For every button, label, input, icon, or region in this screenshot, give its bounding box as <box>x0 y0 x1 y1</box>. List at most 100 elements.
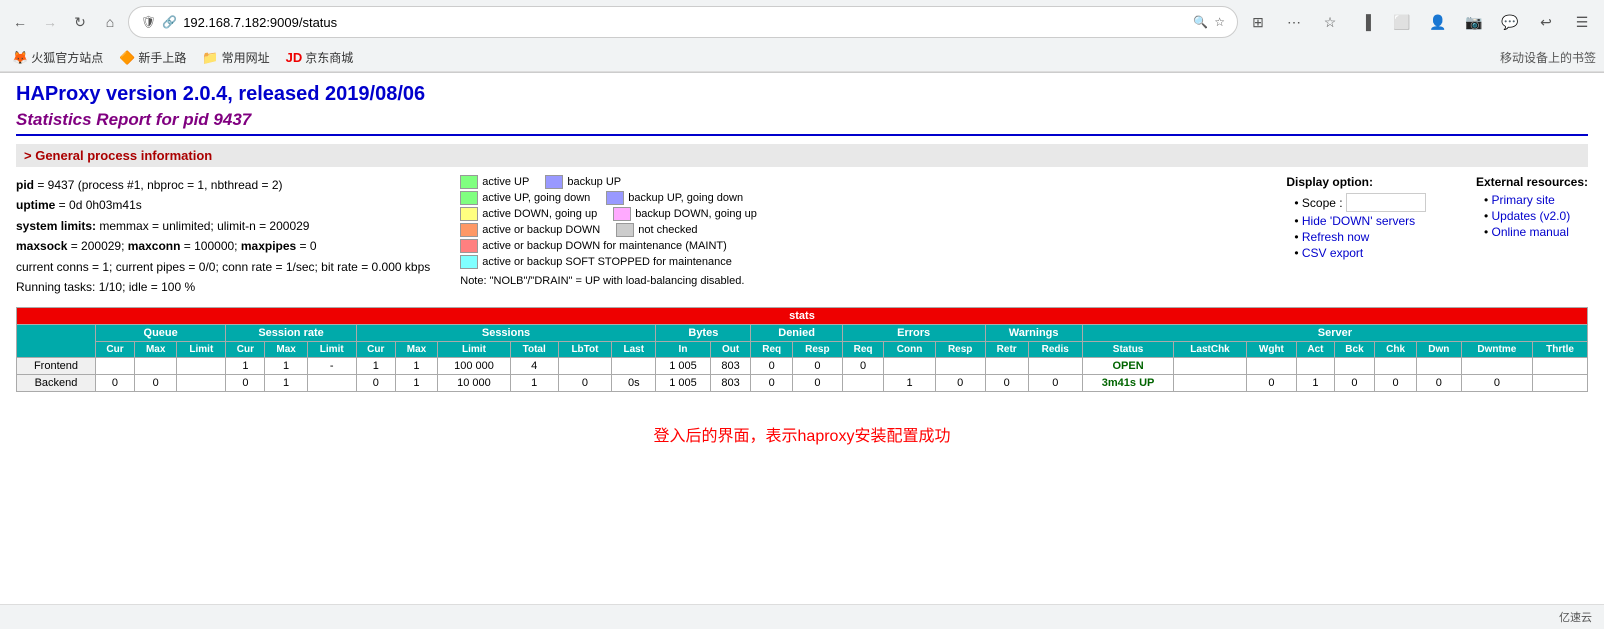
bookmark-jd[interactable]: JD 京东商城 <box>282 47 358 68</box>
th-act: Act <box>1297 342 1334 358</box>
screenshot-button[interactable]: 📷 <box>1460 8 1488 36</box>
pid-line: pid = 9437 (process #1, nbproc = 1, nbth… <box>16 175 430 195</box>
shield-icon: 🛡 <box>141 15 156 29</box>
online-manual-link[interactable]: Online manual <box>1491 225 1568 239</box>
th-q-max: Max <box>135 342 177 358</box>
legend-active-down-up: active DOWN, going up <box>460 207 597 221</box>
legend-label-active-up-down: active UP, going down <box>482 192 590 204</box>
menu-button[interactable]: ☰ <box>1568 8 1596 36</box>
extensions-button[interactable]: ⊞ <box>1244 8 1272 36</box>
be-w-redis: 0 <box>1028 375 1082 392</box>
th-s-cur: Cur <box>356 342 395 358</box>
stats-subtitle: Statistics Report for pid 9437 <box>16 110 1588 130</box>
scope-input[interactable] <box>1346 193 1426 212</box>
legend-maint: active or backup DOWN for maintenance (M… <box>460 239 727 253</box>
browser-toolbar: ← → ↻ ⌂ 🛡 🔗 🔍 ☆ ⊞ ⋯ ☆ ▐ ⬜ 👤 📷 💬 ↩ ☰ <box>0 0 1604 44</box>
star-icon: ☆ <box>1214 15 1225 29</box>
section-general-header[interactable]: > General process information <box>16 144 1588 167</box>
legend-label-active-backup-down: active or backup DOWN <box>482 224 600 236</box>
fe-d-req: 0 <box>751 358 793 375</box>
th-w-retr: Retr <box>985 342 1028 358</box>
be-lastchk <box>1174 375 1246 392</box>
tab-button[interactable]: ⬜ <box>1388 8 1416 36</box>
hide-down-link[interactable]: Hide 'DOWN' servers <box>1302 214 1415 228</box>
page-content: HAProxy version 2.0.4, released 2019/08/… <box>0 73 1604 456</box>
be-status: 3m41s UP <box>1082 375 1174 392</box>
fe-q-max <box>135 358 177 375</box>
hide-down-item: Hide 'DOWN' servers <box>1294 214 1426 228</box>
fe-s-limit: 100 000 <box>438 358 511 375</box>
back-button[interactable]: ← <box>8 10 32 34</box>
reload-button[interactable]: ↻ <box>68 10 92 34</box>
title-divider <box>16 134 1588 136</box>
th-q-cur: Cur <box>95 342 134 358</box>
legend-label-maint: active or backup DOWN for maintenance (M… <box>482 240 727 252</box>
sidebar-button[interactable]: ▐ <box>1352 8 1380 36</box>
th-b-out: Out <box>710 342 751 358</box>
legend-color-active-up <box>460 175 478 189</box>
be-s-last: 0s <box>612 375 656 392</box>
th-warnings: Warnings <box>985 325 1082 342</box>
profile-button[interactable]: 👤 <box>1424 8 1452 36</box>
csv-export-link[interactable]: CSV export <box>1302 246 1363 260</box>
backend-name: Backend <box>17 375 96 392</box>
bookmarks-bar: 🦊 火狐官方站点 🔶 新手上路 📁 常用网址 JD 京东商城 移动设备上的书签 <box>0 44 1604 72</box>
bookmark-common[interactable]: 📁 常用网址 <box>198 47 273 68</box>
th-s-total: Total <box>510 342 558 358</box>
stats-table: stats Queue Session rate Sessions Bytes … <box>16 307 1588 392</box>
fe-b-in: 1 005 <box>656 358 710 375</box>
fe-e-conn <box>884 358 935 375</box>
th-bytes: Bytes <box>656 325 751 342</box>
fe-q-limit <box>177 358 226 375</box>
fe-q-cur <box>95 358 134 375</box>
refresh-now-item: Refresh now <box>1294 230 1426 244</box>
be-e-conn: 1 <box>884 375 935 392</box>
be-s-lbtot: 0 <box>558 375 612 392</box>
uptime-label: uptime <box>16 198 55 212</box>
primary-site-item: Primary site <box>1484 193 1588 207</box>
bookmark-label-newbie: 新手上路 <box>138 49 186 66</box>
fe-lastchk <box>1174 358 1246 375</box>
updates-link[interactable]: Updates (v2.0) <box>1491 209 1570 223</box>
fe-sr-limit: - <box>307 358 356 375</box>
chat-button[interactable]: 💬 <box>1496 8 1524 36</box>
th-sr-max: Max <box>265 342 307 358</box>
legend-note: Note: "NOLB"/"DRAIN" = UP with load-bala… <box>460 275 757 287</box>
legend-active-up: active UP <box>460 175 529 189</box>
maxsock-line: maxsock = 200029; maxconn = 100000; maxp… <box>16 236 430 256</box>
stats-table-wrapper: stats Queue Session rate Sessions Bytes … <box>16 307 1588 392</box>
scope-item: Scope : <box>1294 193 1426 212</box>
address-input[interactable] <box>183 15 1187 30</box>
be-sr-cur: 0 <box>226 375 265 392</box>
bookmark-label-jd: 京东商城 <box>305 49 353 66</box>
fe-bck <box>1334 358 1375 375</box>
frontend-row: Frontend 1 1 - 1 1 100 000 4 1 005 803 0 <box>17 358 1588 375</box>
be-act: 1 <box>1297 375 1334 392</box>
fe-dwn <box>1416 358 1461 375</box>
tasks-line: Running tasks: 1/10; idle = 100 % <box>16 277 430 297</box>
legend-row-3: active DOWN, going up backup DOWN, going… <box>460 207 757 221</box>
th-dwntme: Dwntme <box>1461 342 1532 358</box>
be-wght: 0 <box>1246 375 1297 392</box>
online-manual-item: Online manual <box>1484 225 1588 239</box>
info-layout: pid = 9437 (process #1, nbproc = 1, nbth… <box>16 175 1588 297</box>
th-lastchk: LastChk <box>1174 342 1246 358</box>
forward-button[interactable]: → <box>38 10 62 34</box>
fe-thrtle <box>1533 358 1588 375</box>
more-button[interactable]: ⋯ <box>1280 8 1308 36</box>
th-d-req: Req <box>751 342 793 358</box>
primary-site-link[interactable]: Primary site <box>1491 193 1554 207</box>
legend-label-backup-down-up: backup DOWN, going up <box>635 208 757 220</box>
th-sr-limit: Limit <box>307 342 356 358</box>
bookmark-newbie[interactable]: 🔶 新手上路 <box>115 47 190 68</box>
history-button[interactable]: ↩ <box>1532 8 1560 36</box>
th-q-limit: Limit <box>177 342 226 358</box>
fe-b-out: 803 <box>710 358 751 375</box>
bottom-note: 登入后的界面，表示haproxy安装配置成功 <box>16 422 1588 446</box>
refresh-now-link[interactable]: Refresh now <box>1302 230 1369 244</box>
home-button[interactable]: ⌂ <box>98 10 122 34</box>
th-name <box>17 325 96 358</box>
bookmark-firefox[interactable]: 🦊 火狐官方站点 <box>8 47 107 68</box>
toolbar-right: ⊞ ⋯ ☆ ▐ ⬜ 👤 📷 💬 ↩ ☰ <box>1244 8 1596 36</box>
bookmark-button[interactable]: ☆ <box>1316 8 1344 36</box>
